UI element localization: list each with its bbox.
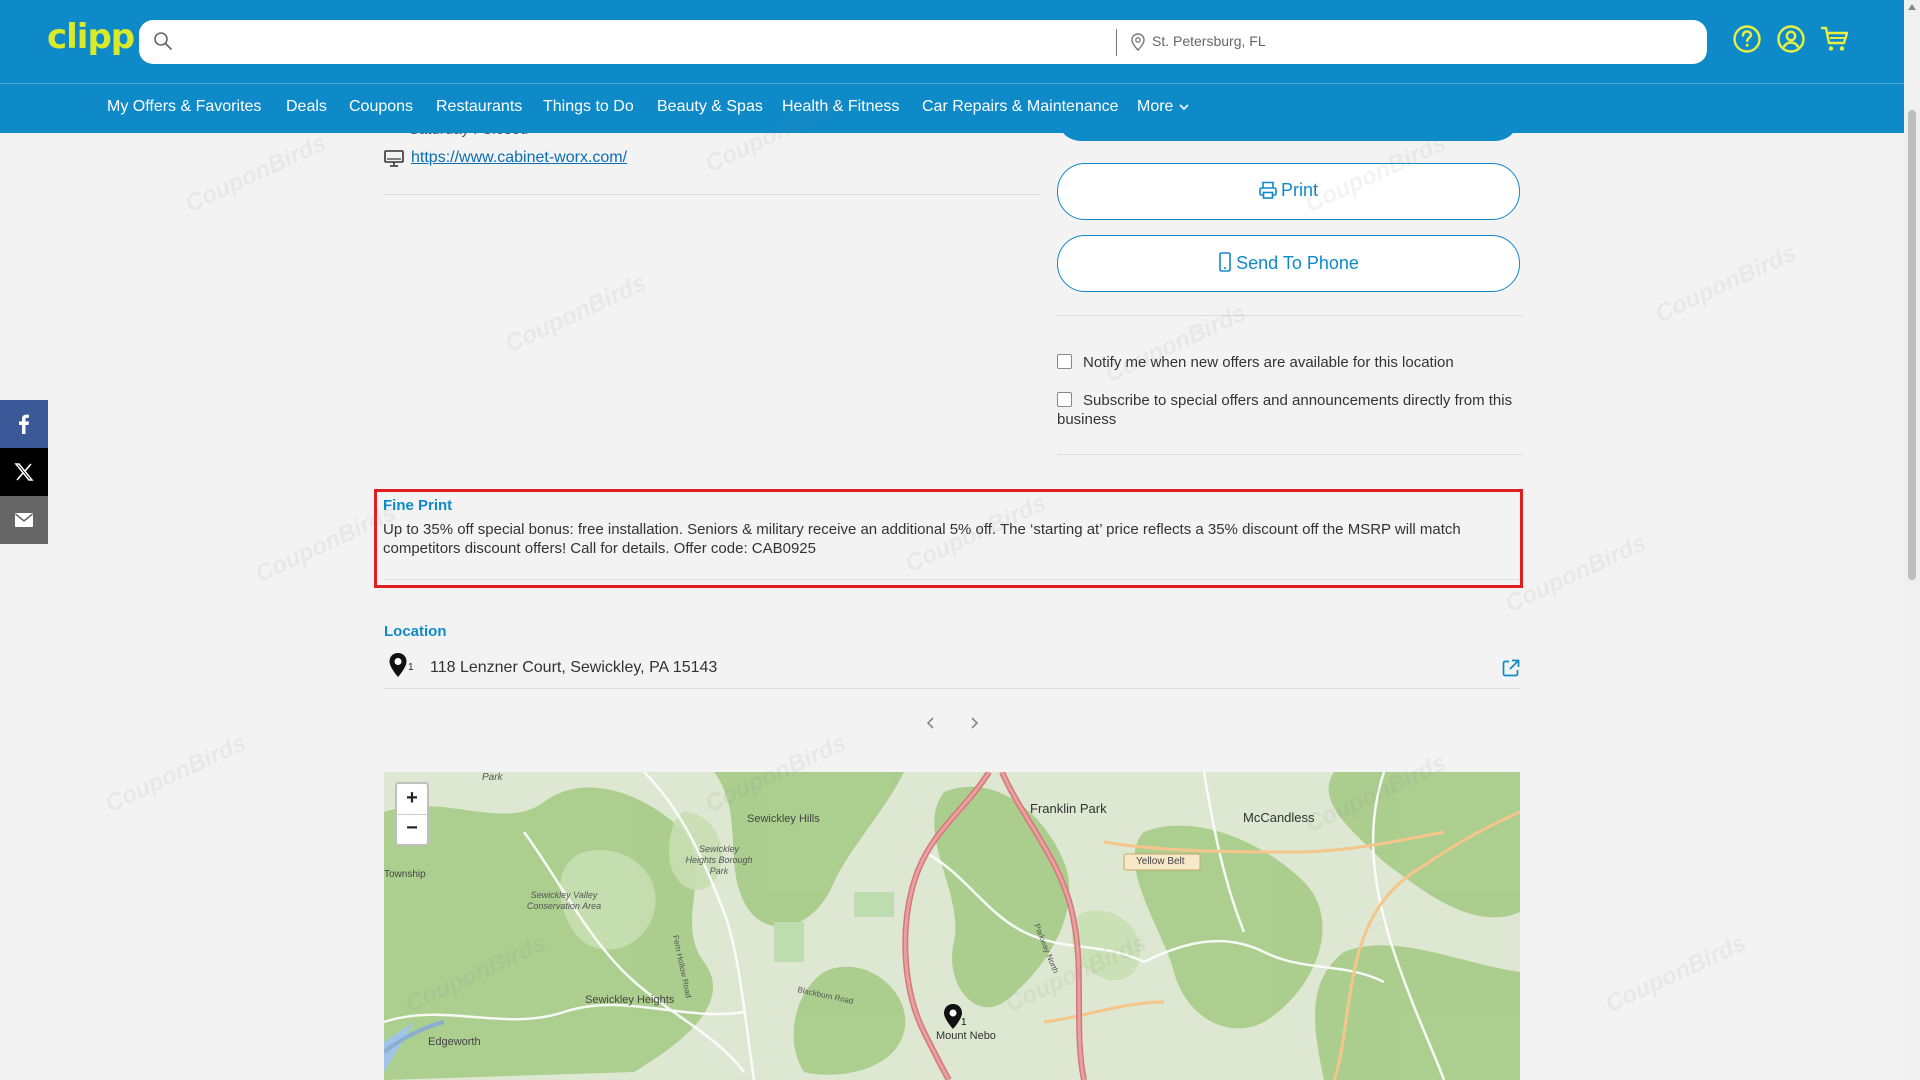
search-divider bbox=[1116, 29, 1117, 56]
external-link-icon[interactable] bbox=[1502, 659, 1520, 677]
location-pin-icon bbox=[1131, 33, 1145, 51]
nav-things-to-do[interactable]: Things to Do bbox=[543, 98, 634, 116]
cart-icon[interactable] bbox=[1820, 25, 1850, 53]
location-selector[interactable]: St. Petersburg, FL bbox=[1152, 33, 1266, 49]
nav-my-offers-favorites[interactable]: My Offers & Favorites bbox=[107, 98, 261, 116]
details-divider bbox=[384, 194, 1040, 195]
location-address: 118 Lenzner Court, Sewickley, PA 15143 bbox=[430, 659, 718, 676]
nav-car-repairs-maintenance[interactable]: Car Repairs & Maintenance bbox=[922, 98, 1119, 116]
subscribe-checkbox-row[interactable]: Subscribe to special offers and announce… bbox=[1057, 391, 1527, 429]
offer-detail-content: Saturday : Closed https://www.cabinet-wo… bbox=[0, 103, 1904, 1080]
map-label-mount-nebo: Mount Nebo bbox=[936, 1030, 996, 1042]
notify-label: Notify me when new offers are available … bbox=[1083, 354, 1454, 371]
scroll-up-arrow-icon[interactable] bbox=[1908, 4, 1916, 10]
map-label-park: Park bbox=[482, 772, 503, 783]
search-input[interactable] bbox=[183, 24, 1237, 62]
site-header: clipp St. Petersburg, FL My Offers & Fav… bbox=[0, 0, 1904, 133]
print-label: Print bbox=[1280, 180, 1318, 200]
account-icon[interactable] bbox=[1776, 24, 1806, 54]
nav-coupons[interactable]: Coupons bbox=[349, 98, 413, 116]
subscribe-checkbox[interactable] bbox=[1057, 392, 1072, 407]
map-pin-icon bbox=[389, 653, 407, 677]
fine-print-text: Up to 35% off special bonus: free instal… bbox=[383, 521, 1461, 557]
actions-divider bbox=[1057, 315, 1523, 316]
chevron-down-icon bbox=[1179, 104, 1190, 111]
subscription-divider bbox=[1057, 454, 1523, 455]
location-divider bbox=[384, 688, 1520, 689]
nav-deals[interactable]: Deals bbox=[286, 98, 327, 116]
search-bar: St. Petersburg, FL bbox=[139, 20, 1707, 64]
chevron-left-icon[interactable] bbox=[926, 716, 936, 730]
notify-checkbox-row[interactable]: Notify me when new offers are available … bbox=[1057, 353, 1527, 372]
nav-more-label: More bbox=[1137, 98, 1174, 115]
scrollbar-thumb[interactable] bbox=[1908, 110, 1916, 580]
map-label-sewickley-heights: Sewickley Heights bbox=[585, 994, 675, 1006]
map-marker-number: 1 bbox=[961, 1017, 967, 1028]
fine-print-section: Fine Print Up to 35% off special bonus: … bbox=[374, 489, 1523, 588]
clipp-logo[interactable]: clipp bbox=[47, 17, 135, 57]
nav-more[interactable]: More bbox=[1137, 98, 1190, 116]
send-to-phone-button[interactable]: Send To Phone bbox=[1057, 235, 1520, 292]
fine-print-divider bbox=[384, 579, 1520, 580]
zoom-in-button[interactable]: + bbox=[397, 784, 427, 815]
location-marker-number: 1 bbox=[408, 662, 414, 673]
mobile-phone-icon bbox=[1219, 252, 1231, 272]
send-to-phone-label: Send To Phone bbox=[1236, 253, 1359, 273]
nav-health-fitness[interactable]: Health & Fitness bbox=[782, 98, 899, 116]
zoom-out-button[interactable]: − bbox=[397, 814, 427, 844]
fine-print-title: Fine Print bbox=[383, 497, 453, 514]
monitor-icon bbox=[384, 150, 404, 167]
search-icon bbox=[154, 32, 172, 50]
map-label-township: Township bbox=[384, 869, 426, 880]
notify-checkbox[interactable] bbox=[1057, 354, 1072, 369]
page-scrollbar[interactable] bbox=[1904, 0, 1920, 1080]
chevron-right-icon[interactable] bbox=[969, 716, 979, 730]
nav-beauty-spas[interactable]: Beauty & Spas bbox=[657, 98, 763, 116]
printer-icon bbox=[1259, 181, 1277, 199]
help-icon[interactable] bbox=[1732, 24, 1762, 54]
map-label-sewickley-hills: Sewickley Hills bbox=[747, 813, 820, 825]
map-label-edgeworth: Edgeworth bbox=[428, 1036, 481, 1048]
location-map[interactable]: Park Sewickley Hills Franklin Park McCan… bbox=[384, 772, 1520, 1080]
location-title: Location bbox=[384, 623, 447, 640]
map-label-mccandless: McCandless bbox=[1243, 810, 1315, 825]
print-button[interactable]: Print bbox=[1057, 163, 1520, 220]
map-label-franklin-park: Franklin Park bbox=[1030, 801, 1107, 816]
website-link[interactable]: https://www.cabinet-worx.com/ bbox=[411, 149, 627, 167]
nav-restaurants[interactable]: Restaurants bbox=[436, 98, 522, 116]
map-label-conservation-area: Sewickley Valley Conservation Area bbox=[526, 890, 602, 911]
map-label-borough-park: Sewickley Heights Borough Park bbox=[685, 844, 753, 876]
header-top-bar: clipp St. Petersburg, FL bbox=[0, 0, 1904, 83]
map-zoom-control: + − bbox=[395, 782, 429, 846]
main-nav: My Offers & Favorites Deals Coupons Rest… bbox=[0, 83, 1904, 134]
subscribe-label: Subscribe to special offers and announce… bbox=[1057, 392, 1513, 428]
map-label-yellow-belt: Yellow Belt bbox=[1136, 856, 1185, 867]
